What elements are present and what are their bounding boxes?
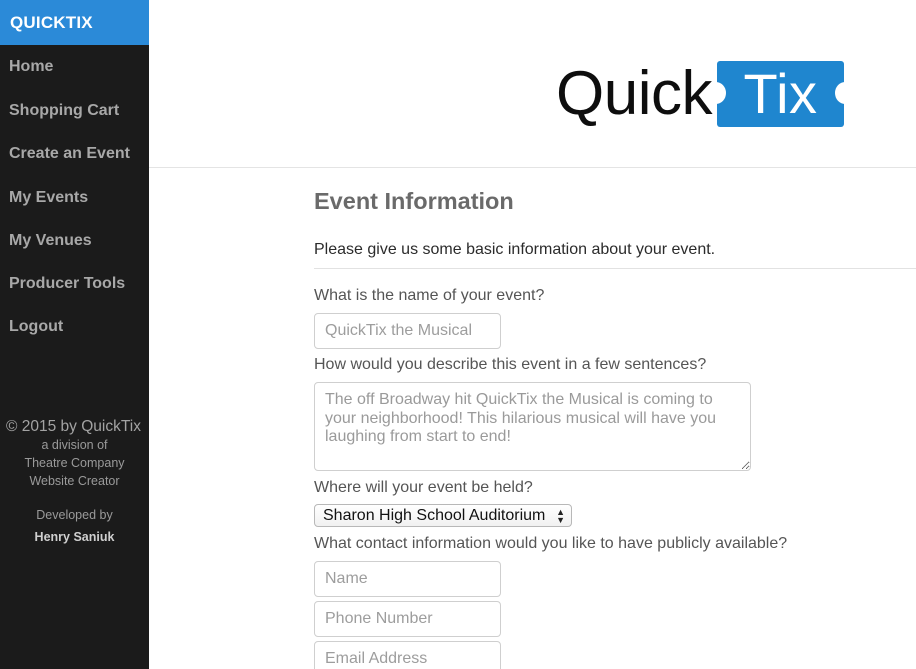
developed-by-label: Developed by (36, 508, 113, 522)
logo-tix-text: Tix (743, 62, 818, 125)
venue-selected-value: Sharon High School Auditorium (323, 506, 546, 524)
sidebar-item-my-events[interactable]: My Events (0, 176, 149, 219)
divider (314, 268, 916, 269)
logo-ticket-icon: Tix (705, 61, 855, 127)
contact-label: What contact information would you like … (314, 535, 788, 552)
sidebar-item-home[interactable]: Home (0, 45, 149, 89)
header: Quick Tix (149, 0, 916, 168)
sidebar-nav: Home Shopping Cart Create an Event My Ev… (0, 45, 149, 349)
contact-phone-input[interactable] (314, 601, 501, 637)
quicktix-logo: Quick Tix (556, 58, 855, 130)
division-line-3: Website Creator (29, 474, 120, 488)
sidebar-item-create-event[interactable]: Create an Event (0, 132, 149, 175)
sidebar-footer: © 2015 by QuickTix a division of Theatre… (0, 418, 149, 544)
event-name-label: What is the name of your event? (314, 287, 545, 304)
sidebar-item-shopping-cart[interactable]: Shopping Cart (0, 89, 149, 132)
sidebar-item-producer-tools[interactable]: Producer Tools (0, 262, 149, 305)
venue-select[interactable]: Sharon High School Auditorium ▲ ▼ (314, 504, 572, 527)
description-textarea[interactable] (314, 382, 751, 471)
intro-text: Please give us some basic information ab… (314, 241, 716, 258)
sidebar-item-logout[interactable]: Logout (0, 305, 149, 348)
contact-name-input[interactable] (314, 561, 501, 597)
division-line-2: Theatre Company (24, 456, 125, 470)
event-name-input[interactable] (314, 313, 501, 349)
author-name: Henry Saniuk (34, 530, 115, 544)
copyright-text: © 2015 by QuickTix (6, 418, 141, 435)
division-line-1: a division of (41, 438, 108, 452)
sidebar-item-my-venues[interactable]: My Venues (0, 219, 149, 262)
contact-email-input[interactable] (314, 641, 501, 669)
updown-arrows-icon: ▲ ▼ (556, 507, 565, 525)
description-label: How would you describe this event in a f… (314, 356, 707, 373)
logo-quick-text: Quick (556, 59, 712, 128)
brand-logo[interactable]: QUICKTIX (0, 0, 149, 45)
venue-label: Where will your event be held? (314, 479, 533, 496)
sidebar: QUICKTIX Home Shopping Cart Create an Ev… (0, 0, 149, 669)
page-title: Event Information (314, 188, 514, 214)
